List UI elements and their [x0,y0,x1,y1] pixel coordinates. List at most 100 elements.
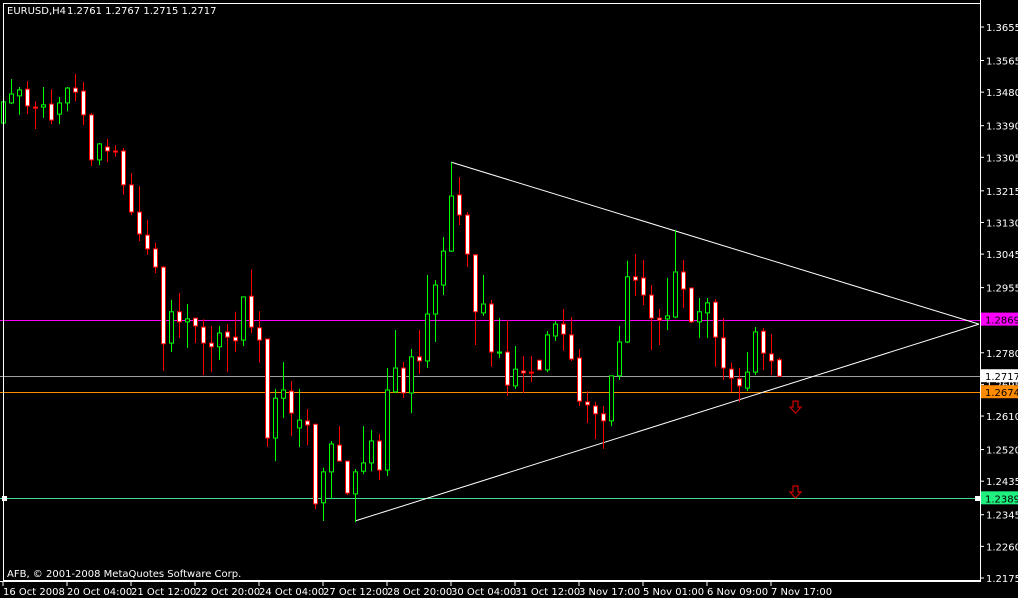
price-tick-label: 1.2520 [986,446,1018,457]
bear-candle-body [489,303,494,353]
bear-candle-body [121,150,126,186]
bear-candle-body [721,337,726,369]
bull-candle-body [705,302,710,314]
price-chart[interactable]: 1.3655 1.3565 1.3480 1.3390 1.3305 1.3215 1.31… [0,0,1018,598]
bull-candle-body [745,371,750,389]
bull-candle-body [65,87,70,104]
bear-candle-body [313,423,318,505]
price-tick-label: 1.2260 [986,542,1018,553]
price-tick-label: 1.2955 [986,284,1018,295]
bear-candle-body [521,370,526,374]
bear-candle-body [209,342,214,348]
bear-candle-body [137,211,142,235]
bear-candle-body [25,88,30,107]
bear-candle-body [377,440,382,471]
bear-candle-body [761,330,766,354]
bear-candle-body [601,413,606,422]
bull-candle-body [553,323,558,337]
bull-candle-body [409,356,414,394]
candle [689,287,694,323]
time-tick-label: 24 Oct 04:00 [259,587,324,598]
bull-candle-body [57,102,62,115]
bear-candle-body [201,326,206,344]
price-tick-label: 1.3045 [986,250,1018,261]
bear-candle-body [457,194,462,216]
bear-candle-body [417,356,422,362]
bull-candle-body [617,341,622,377]
bear-candle-body [73,87,78,93]
bear-candle-body [537,359,542,371]
line-handle-left [2,496,7,501]
time-tick-label: 6 Nov 09:00 [707,587,768,598]
ohlc-readout: 1.2761 1.2767 1.2715 1.2717 [67,6,217,17]
symbol-title: EURUSD,H4 [7,6,66,17]
time-tick-label: 16 Oct 2008 [3,587,65,598]
candle [265,338,270,447]
bull-candle-body [545,334,550,371]
copyright-text: AFB, © 2001-2008 MetaQuotes Software Cor… [7,569,241,580]
candle [241,296,246,347]
chart-background [0,0,1018,598]
bear-candle-body [129,184,134,213]
bull-candle-body [281,389,286,399]
bear-candle-body [233,336,238,342]
bear-candle-body [633,276,638,281]
bull-candle-body [665,315,670,320]
line-handle-right [975,496,980,501]
bull-candle-body [697,311,702,323]
bull-candle-body [497,351,502,354]
price-tick-label: 1.3480 [986,88,1018,99]
bull-candle-body [329,443,334,473]
bear-candle-body [569,334,574,360]
time-tick-label: 22 Oct 20:00 [195,587,260,598]
bull-candle-body [393,367,398,393]
bear-candle-body [257,327,262,341]
price-tick-label: 1.2610 [986,412,1018,423]
bull-candle-body [609,375,614,422]
bull-candle-body [273,397,278,439]
bear-candle-body [641,277,646,296]
price-tick-label: 1.3130 [986,218,1018,229]
bull-candle-body [673,271,678,318]
bull-candle-body [433,284,438,315]
bear-candle-body [81,90,86,116]
bear-candle-body [225,331,230,338]
time-tick-label: 3 Nov 17:00 [579,587,640,598]
bear-candle-body [529,371,534,374]
time-tick-label: 30 Oct 04:00 [451,587,516,598]
candle [577,349,582,406]
price-label-1.2674: 1.2674 [985,388,1018,399]
bear-candle-body [305,420,310,426]
time-tick-label: 5 Nov 01:00 [643,587,704,598]
bull-candle-body [17,89,22,97]
bear-candle-body [649,294,654,319]
bear-candle-body [193,317,198,327]
candle [345,460,350,495]
price-label-1.2869: 1.2869 [985,316,1018,327]
time-tick-label: 27 Oct 12:00 [323,587,388,598]
bear-candle-body [585,401,590,406]
bear-candle-body [113,150,118,153]
bull-candle-body [385,389,390,471]
bull-candle-body [97,143,102,161]
bull-candle-body [369,440,374,464]
bear-candle-body [153,248,158,268]
price-tick-label: 1.3655 [986,23,1018,34]
time-tick-label: 31 Oct 12:00 [515,587,580,598]
candle [777,357,782,377]
bull-candle-body [353,471,358,495]
time-tick-label: 7 Nov 17:00 [771,587,832,598]
price-label-1.2717: 1.2717 [985,372,1018,383]
bull-candle-body [481,303,486,314]
bear-candle-body [265,338,270,439]
bull-candle-body [513,368,518,387]
bear-candle-body [657,317,662,321]
price-tick-label: 1.2780 [986,349,1018,360]
bear-candle-body [577,357,582,402]
bear-candle-body [777,359,782,377]
price-tick-label: 1.2435 [986,477,1018,488]
bull-candle-body [321,471,326,504]
bull-candle-body [9,93,14,104]
bull-candle-body [361,462,366,472]
candle [609,375,614,427]
